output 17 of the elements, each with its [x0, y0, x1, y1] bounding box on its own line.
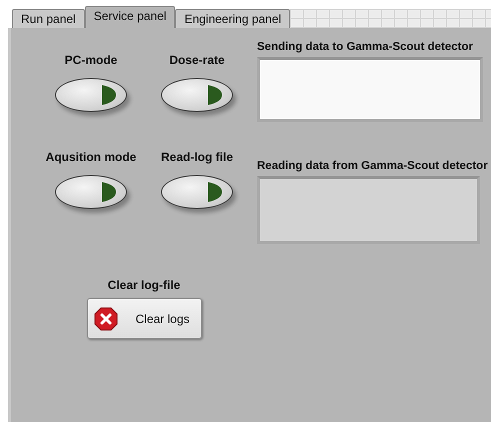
button-label: Aqusition mode [46, 149, 136, 165]
text-field[interactable] [257, 57, 483, 122]
toggle-button[interactable] [55, 175, 127, 209]
toggle-button[interactable] [55, 78, 127, 112]
field-label: Sending data to Gamma-Scout detector [257, 40, 474, 54]
button-label: PC-mode [64, 52, 118, 68]
field-label: Reading data from Gamma-Scout detector [257, 159, 488, 173]
tab[interactable]: Engineering panel [175, 9, 290, 28]
button-label: Dose-rate [169, 52, 225, 68]
close-icon [94, 306, 118, 330]
button-label: Clear log-file [108, 277, 180, 293]
button-label: Read-log file [160, 149, 233, 165]
clear-logs-button[interactable]: Clear logs [86, 298, 202, 339]
tab[interactable]: Service panel [84, 6, 176, 28]
tab[interactable]: Run panel [12, 9, 85, 28]
toggle-button[interactable] [161, 78, 233, 112]
toggle-button[interactable] [161, 175, 233, 209]
